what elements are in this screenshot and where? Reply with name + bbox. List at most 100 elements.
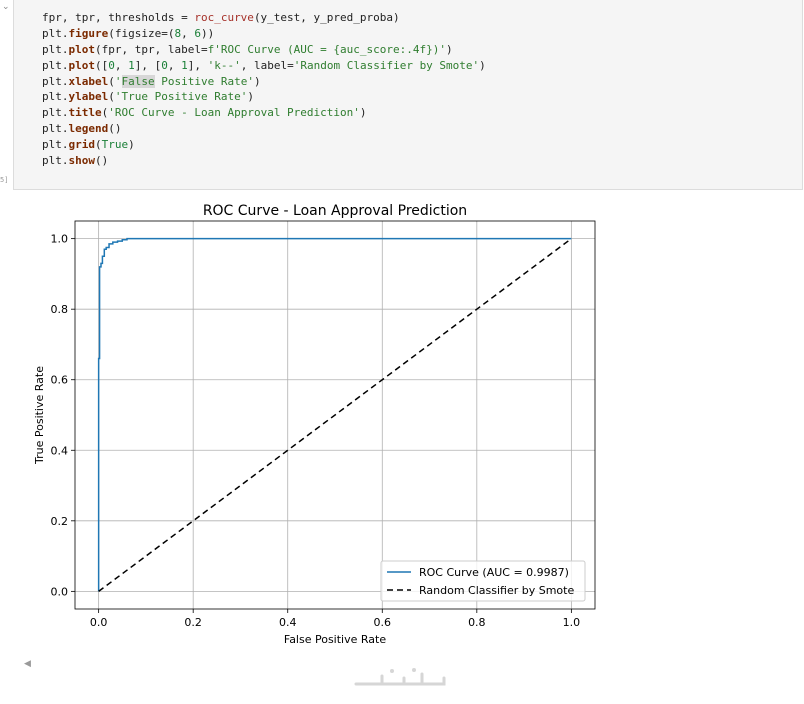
code-line: plt.title('ROC Curve - Loan Approval Pre… [42,105,486,121]
code-token: 1 [181,58,188,72]
code-token: plt [42,74,62,88]
code-token: plt [42,90,62,104]
code-token: ylabel [68,90,109,104]
code-token: . [61,138,69,152]
code-token: ) [253,74,261,88]
code-token: plot [68,42,96,56]
watermark-logo [352,664,452,700]
x-tick-label: 1.0 [563,616,581,629]
code-token: , label= [240,58,294,72]
code-token: grid [68,138,96,152]
y-axis-label: True Positive Rate [33,366,46,465]
code-token: )) [200,26,215,40]
code-token: ) [128,138,135,152]
y-tick-label: 0.2 [51,515,69,528]
legend: ROC Curve (AUC = 0.9987) Random Classifi… [380,560,586,602]
code-token: f'ROC Curve (AUC = {auc_score:.4f})' [207,42,447,56]
code-token: , [181,26,195,40]
code-cell[interactable]: fpr, tpr, thresholds = roc_curve(y_test,… [13,0,803,190]
code-line: plt.plot([0, 1], [0, 1], 'k--', label='R… [42,58,486,74]
code-token: legend [68,122,109,136]
code-token: ], [187,58,208,72]
code-token: 0 [108,58,115,72]
code-token: . [61,42,69,56]
code-editor[interactable]: fpr, tpr, thresholds = roc_curve(y_test,… [42,10,486,169]
code-token: . [61,74,69,88]
code-line: plt.show() [42,153,486,169]
code-token: ' [114,74,122,88]
code-token: ( [108,90,115,104]
code-token: () [108,122,122,136]
y-tick-label: 1.0 [51,233,69,246]
chart-title: ROC Curve - Loan Approval Prediction [203,203,467,219]
code-line: plt.figure(figsize=(8, 6)) [42,26,486,42]
code-token: True [101,138,129,152]
code-token: 'True Positive Rate' [114,90,248,104]
collapse-chevron-icon[interactable]: ⌄ [2,2,12,12]
scroll-left-arrow-icon[interactable]: ◀ [24,658,34,670]
code-token: Positive Rate' [154,74,254,88]
code-token: , [167,58,182,72]
code-token: . [61,106,69,120]
code-token: . [61,26,69,40]
code-token: . [61,90,69,104]
watermark-mark [354,668,446,686]
cell-output: 0.0 0.2 0.4 0.6 0.8 1.0 0.0 0.2 0.4 0.6 0.8 1.0 ROC… [27,198,603,654]
code-token: show [68,154,96,168]
code-token: ], [ [134,58,162,72]
code-token: figure [68,26,109,40]
code-token: ) [479,58,486,72]
code-token: plt [42,26,62,40]
code-token: plt [42,58,62,72]
y-tick-label: 0.6 [51,374,69,387]
code-token: . [61,154,69,168]
code-token: xlabel [68,74,109,88]
code-token: ( [108,74,115,88]
code-token: 'ROC Curve - Loan Approval Prediction' [108,106,360,120]
code-line: plt.xlabel('False Positive Rate') [42,74,486,90]
code-token: ([ [95,58,109,72]
code-line: plt.grid(True) [42,137,486,153]
code-line: plt.ylabel('True Positive Rate') [42,89,486,105]
x-tick-label: 0.6 [374,616,392,629]
x-tick-label: 0.4 [279,616,297,629]
x-axis-label: False Positive Rate [284,633,386,646]
y-tick-label: 0.0 [51,585,69,598]
code-token: plot [68,58,96,72]
legend-label-roc: ROC Curve (AUC = 0.9987) [419,566,569,579]
code-token: title [68,106,102,120]
y-tick-label: 0.8 [51,303,69,316]
code-token: (figsize=( [108,26,175,40]
code-token: (y_test, y_pred_proba) [253,11,400,24]
code-token: ) [359,106,367,120]
code-token: 0 [161,58,168,72]
x-tick-label: 0.0 [90,616,108,629]
code-token: ( [95,138,102,152]
code-token: 1 [128,58,135,72]
y-tick-label: 0.4 [51,444,69,457]
code-token: ) [247,90,254,104]
code-token: , [114,58,129,72]
code-line: plt.legend() [42,121,486,137]
code-token: False [121,74,155,88]
code-token: roc_curve [194,11,254,24]
code-token: () [95,154,109,168]
code-token: plt [42,122,62,136]
code-line: plt.plot(fpr, tpr, label=f'ROC Curve (AU… [42,42,486,58]
code-token: plt [42,106,62,120]
roc-chart: 0.0 0.2 0.4 0.6 0.8 1.0 0.0 0.2 0.4 0.6 0.8 1.0 ROC… [27,198,603,654]
code-token: 'k--' [207,58,241,72]
code-token: (fpr, tpr, label= [95,42,208,56]
x-tick-label: 0.8 [468,616,486,629]
legend-label-random: Random Classifier by Smote [419,584,574,597]
code-token: fpr, tpr, thresholds = [42,11,195,24]
x-tick-label: 0.2 [184,616,202,629]
code-token: plt [42,138,62,152]
execution-count: 5] [0,176,9,184]
code-line: fpr, tpr, thresholds = roc_curve(y_test,… [42,10,486,26]
code-token: 6 [194,26,201,40]
code-token: . [61,122,69,136]
code-token: . [61,58,69,72]
code-token: 'Random Classifier by Smote' [293,58,480,72]
code-token: ) [446,42,453,56]
